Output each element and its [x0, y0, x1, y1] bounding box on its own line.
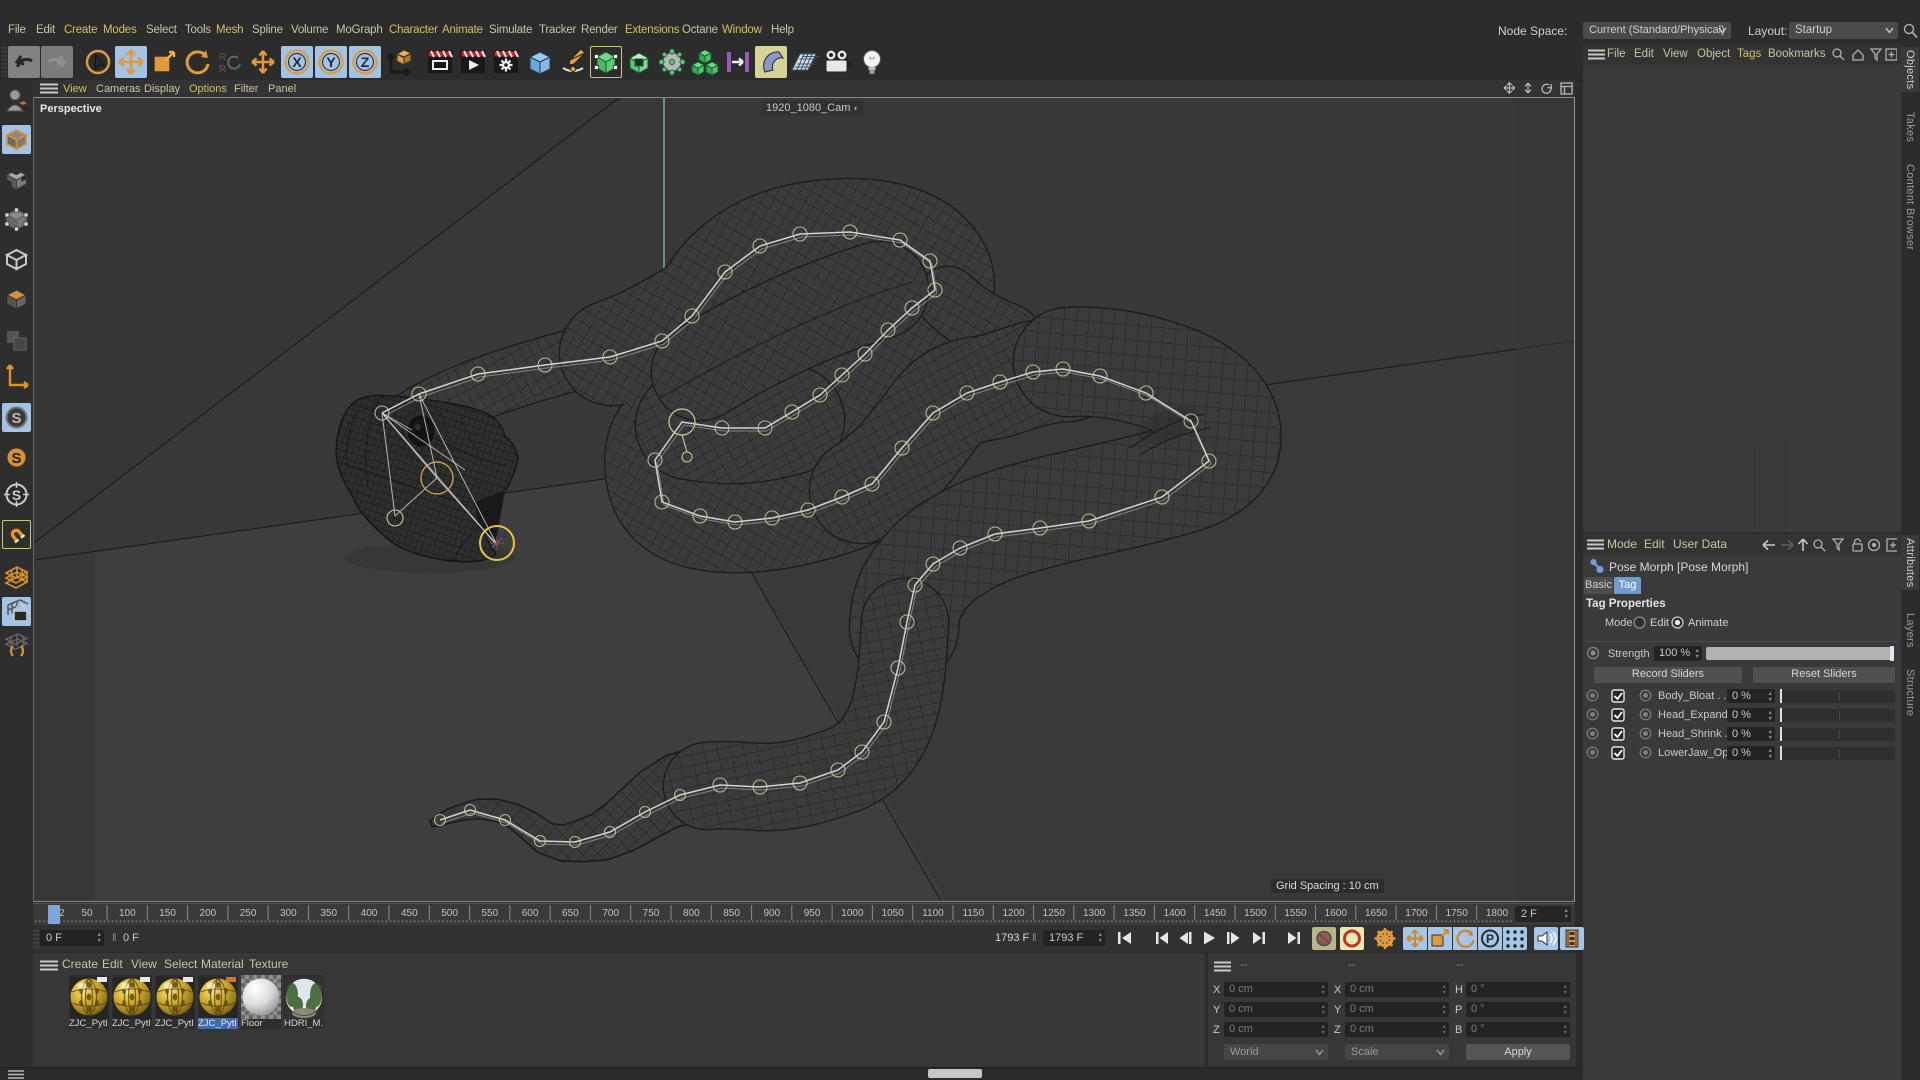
svg-text:800: 800	[683, 908, 700, 919]
svg-text:Z: Z	[361, 54, 370, 70]
svg-text:1550: 1550	[1284, 908, 1307, 919]
svg-text:450: 450	[401, 908, 418, 919]
svg-text:200: 200	[200, 908, 217, 919]
svg-text:S: S	[12, 487, 21, 503]
svg-text:1800: 1800	[1486, 908, 1509, 919]
svg-text:1500: 1500	[1244, 908, 1267, 919]
svg-text:750: 750	[643, 908, 660, 919]
svg-text:600: 600	[522, 908, 539, 919]
svg-text:350: 350	[320, 908, 337, 919]
svg-text:100: 100	[119, 908, 136, 919]
svg-text:400: 400	[361, 908, 378, 919]
svg-text:1100: 1100	[922, 908, 944, 919]
svg-text:250: 250	[240, 908, 257, 919]
svg-text:850: 850	[723, 908, 740, 919]
svg-text:1400: 1400	[1164, 908, 1187, 919]
svg-text:650: 650	[562, 908, 579, 919]
svg-text:550: 550	[481, 908, 498, 919]
svg-text:1600: 1600	[1325, 908, 1348, 919]
svg-text:P: P	[1486, 932, 1494, 946]
svg-text:R: R	[219, 52, 227, 63]
svg-text:1450: 1450	[1204, 908, 1227, 919]
svg-text:1150: 1150	[963, 908, 985, 919]
svg-text:500: 500	[441, 908, 458, 919]
svg-text:1300: 1300	[1083, 908, 1106, 919]
svg-text:S: S	[11, 410, 21, 427]
svg-text:Y: Y	[326, 54, 336, 70]
svg-text:1050: 1050	[882, 908, 905, 919]
svg-text:900: 900	[763, 908, 780, 919]
svg-text:R: R	[219, 64, 227, 75]
svg-text:50: 50	[81, 908, 93, 919]
svg-text:150: 150	[159, 908, 176, 919]
svg-text:1250: 1250	[1043, 908, 1066, 919]
svg-text:S: S	[11, 450, 21, 467]
svg-text:1700: 1700	[1405, 908, 1428, 919]
svg-text:1650: 1650	[1365, 908, 1388, 919]
svg-text:300: 300	[280, 908, 297, 919]
svg-text:700: 700	[602, 908, 619, 919]
svg-text:1000: 1000	[841, 908, 864, 919]
svg-text:1350: 1350	[1123, 908, 1146, 919]
svg-text:1750: 1750	[1446, 908, 1469, 919]
svg-text:X: X	[292, 54, 302, 70]
svg-text:950: 950	[804, 908, 821, 919]
svg-text:1200: 1200	[1002, 908, 1025, 919]
